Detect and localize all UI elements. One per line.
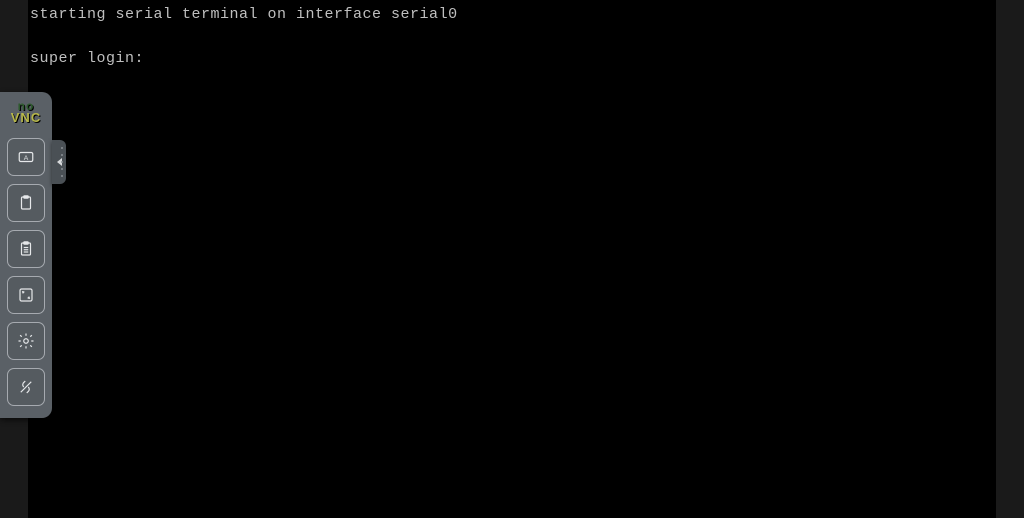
clipboard-icon [17, 194, 35, 212]
fullscreen-button[interactable] [7, 276, 45, 314]
keyboard-button[interactable]: A [7, 138, 45, 176]
gear-icon [17, 332, 35, 350]
terminal-screen[interactable]: starting serial terminal on interface se… [28, 0, 996, 518]
clipboard-lines-icon [17, 240, 35, 258]
terminal-line: starting serial terminal on interface se… [30, 6, 458, 23]
disconnect-button[interactable] [7, 368, 45, 406]
toolbar-collapse-handle[interactable] [52, 140, 66, 184]
viewport: starting serial terminal on interface se… [0, 0, 1024, 518]
terminal-line: super login: [30, 50, 144, 67]
novnc-toolbar: no VNC A [0, 92, 52, 418]
link-off-icon [17, 378, 35, 396]
novnc-logo: no VNC [4, 96, 48, 128]
logo-line2: VNC [11, 112, 41, 124]
clipboard-paste-button[interactable] [7, 230, 45, 268]
fullscreen-icon [17, 286, 35, 304]
drag-dots-icon [61, 144, 64, 180]
clipboard-button[interactable] [7, 184, 45, 222]
settings-button[interactable] [7, 322, 45, 360]
keyboard-icon: A [17, 148, 35, 166]
svg-text:A: A [24, 155, 29, 162]
